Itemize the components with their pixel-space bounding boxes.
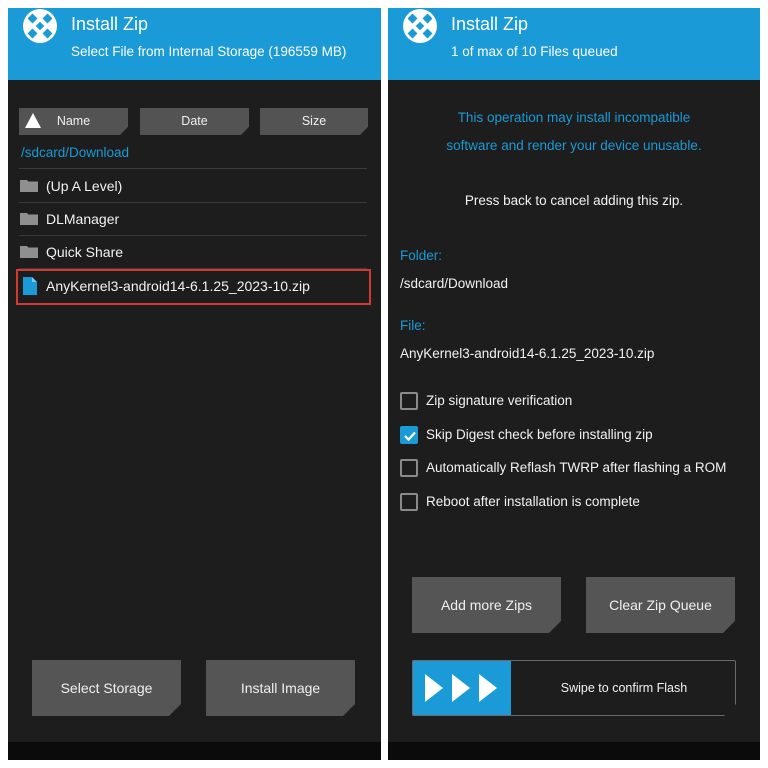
option-label: Automatically Reflash TWRP after flashin… [426,460,727,475]
folder-item-up-level[interactable]: (Up A Level) [19,170,367,203]
current-path: /sdcard/Download [21,145,130,160]
folder-item-dlmanager[interactable]: DLManager [19,203,367,236]
swipe-to-confirm-slider[interactable]: Swipe to confirm Flash [412,660,736,716]
add-more-zips-button[interactable]: Add more Zips [412,577,561,633]
header-subtitle: 1 of max of 10 Files queued [451,44,618,59]
folder-icon [20,246,38,258]
selected-file-highlight [16,269,371,305]
sort-triangle-icon [25,113,41,128]
folder-icon [20,180,38,192]
sort-by-date-button[interactable]: Date [140,108,249,135]
folder-icon [20,213,38,225]
sort-by-name-button[interactable]: Name [19,108,128,135]
warning-line-2: software and render your device unusable… [446,138,702,153]
option-zip-signature-verification[interactable]: Zip signature verification [400,392,740,412]
cancel-info: Press back to cancel adding this zip. [464,193,684,208]
select-storage-button[interactable]: Select Storage [32,660,181,716]
swipe-label: Swipe to confirm Flash [560,681,688,695]
sort-size-label: Size [301,114,327,128]
option-label: Skip Digest check before installing zip [426,427,653,442]
header: Install Zip Select File from Internal St… [8,8,381,80]
checkbox-unchecked[interactable] [400,493,418,511]
twrp-logo-icon [23,9,57,43]
divider [19,168,367,169]
file-browser-panel: Install Zip Select File from Internal St… [8,8,381,760]
folder-item-quick-share[interactable]: Quick Share [19,236,367,269]
clear-zip-queue-button[interactable]: Clear Zip Queue [586,577,735,633]
option-label: Zip signature verification [426,393,573,408]
install-image-button[interactable]: Install Image [206,660,355,716]
swipe-handle[interactable] [413,661,511,715]
folder-value: /sdcard/Download [400,276,509,291]
folder-label: DLManager [46,211,120,227]
option-label: Reboot after installation is complete [426,494,640,509]
install-image-label: Install Image [240,680,321,696]
checkmark-icon [404,431,416,442]
header-subtitle: Select File from Internal Storage (19655… [71,44,347,59]
nav-strip [388,742,760,760]
folder-label: Quick Share [46,244,124,260]
checkbox-unchecked[interactable] [400,392,418,410]
sort-by-size-button[interactable]: Size [260,108,368,135]
header: Install Zip 1 of max of 10 Files queued [388,8,760,80]
option-reboot-after-install[interactable]: Reboot after installation is complete [400,493,740,513]
header-title: Install Zip [71,14,149,34]
option-reflash-twrp[interactable]: Automatically Reflash TWRP after flashin… [400,459,740,479]
header-title: Install Zip [451,14,529,34]
sort-date-label: Date [181,114,208,128]
twrp-logo-icon [403,9,437,43]
folder-label: (Up A Level) [46,178,123,194]
clear-zip-queue-label: Clear Zip Queue [609,597,712,613]
file-value: AnyKernel3-android14-6.1.25_2023-10.zip [400,346,655,361]
install-confirm-panel: Install Zip 1 of max of 10 Files queued … [388,8,760,760]
warning-line-1: This operation may install incompatible [457,110,691,125]
folder-label: Folder: [400,248,443,263]
option-skip-digest-check[interactable]: Skip Digest check before installing zip [400,426,740,446]
nav-strip [8,742,381,760]
checkbox-unchecked[interactable] [400,459,418,477]
select-storage-label: Select Storage [60,680,153,696]
checkbox-checked[interactable] [400,426,418,444]
add-more-zips-label: Add more Zips [440,597,533,613]
swipe-arrows-icon [413,661,511,715]
sort-name-label: Name [56,114,91,128]
file-label: File: [400,318,426,333]
